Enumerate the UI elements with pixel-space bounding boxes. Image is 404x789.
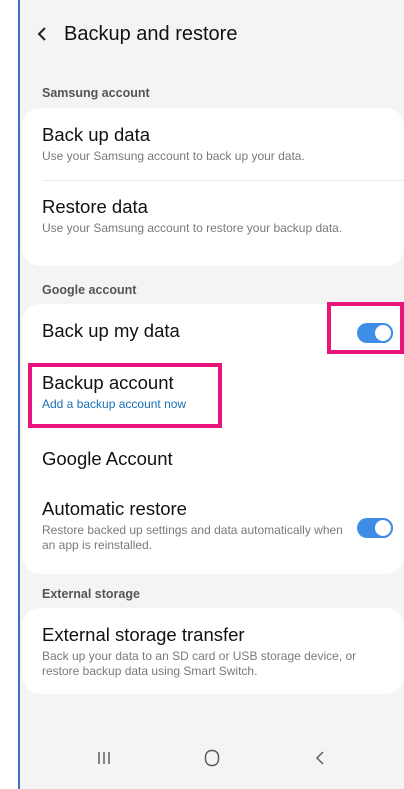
item-title: Backup account [42, 372, 174, 393]
back-button[interactable] [20, 16, 64, 52]
chevron-left-icon [37, 27, 46, 41]
section-label-google: Google account [42, 283, 137, 297]
item-title: Automatic restore [42, 498, 187, 519]
add-backup-account-link[interactable]: Add a backup account now [42, 397, 388, 412]
item-title: Back up data [42, 124, 150, 145]
section-label-samsung: Samsung account [42, 86, 150, 100]
back-up-my-data-toggle[interactable] [357, 323, 393, 343]
divider [42, 180, 404, 181]
back-up-my-data-item[interactable]: Back up my data [42, 320, 344, 342]
external-storage-transfer-item[interactable]: External storage transfer Back up your d… [42, 624, 388, 679]
phone-screen: Backup and restore Samsung account Back … [18, 0, 404, 789]
item-subtitle: Back up your data to an SD card or USB s… [42, 649, 357, 678]
app-header: Backup and restore [20, 16, 404, 52]
item-subtitle: Restore backed up settings and data auto… [42, 523, 343, 552]
item-title: Restore data [42, 196, 148, 217]
item-title: Back up my data [42, 320, 180, 341]
google-account-card: Back up my data Backup account Add a bac… [22, 304, 404, 574]
backup-account-item[interactable]: Backup account Add a backup account now [42, 372, 388, 412]
home-button[interactable] [192, 738, 232, 778]
google-account-item[interactable]: Google Account [42, 448, 388, 470]
samsung-account-card: Back up data Use your Samsung account to… [22, 108, 404, 266]
recent-apps-icon [98, 752, 110, 764]
external-storage-card: External storage transfer Back up your d… [22, 608, 404, 694]
item-title: Google Account [42, 448, 173, 469]
automatic-restore-item[interactable]: Automatic restore Restore backed up sett… [42, 498, 344, 553]
nav-back-button[interactable] [300, 738, 340, 778]
toggle-knob [373, 323, 393, 343]
item-subtitle: Use your Samsung account to back up your… [42, 149, 305, 163]
item-title: External storage transfer [42, 624, 245, 645]
restore-data-item[interactable]: Restore data Use your Samsung account to… [42, 196, 388, 236]
toggle-knob [373, 518, 393, 538]
page-title: Backup and restore [64, 22, 238, 45]
section-label-external: External storage [42, 587, 140, 601]
nav-back-icon [316, 751, 324, 765]
item-subtitle: Use your Samsung account to restore your… [42, 221, 343, 235]
back-up-data-item[interactable]: Back up data Use your Samsung account to… [42, 124, 388, 164]
automatic-restore-toggle[interactable] [357, 518, 393, 538]
system-navigation-bar [20, 727, 404, 789]
recent-apps-button[interactable] [84, 738, 124, 778]
home-icon [204, 749, 220, 767]
